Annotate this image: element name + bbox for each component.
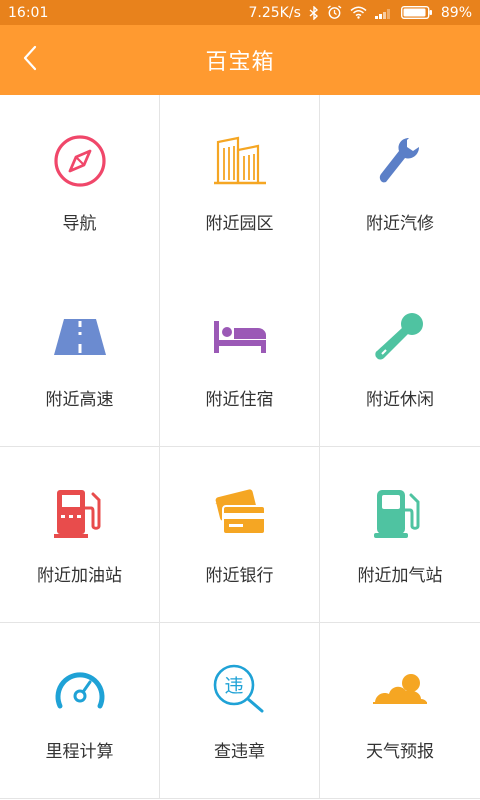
status-bar: 16:01 7.25K/s 89% [0,0,480,25]
battery-percent: 89% [440,4,472,21]
grid-item-label: 附近加气站 [357,566,443,586]
svg-text:违: 违 [224,675,243,697]
toolbox-grid: 导航 附近园区 附近汽修 附近高速 附近住宿 附近休闲 附近加油站 附近银行 附… [0,95,480,799]
grid-item-label: 附近银行 [205,566,274,586]
battery-icon [400,6,433,19]
grid-item-nearby-repair[interactable]: 附近汽修 [320,95,480,271]
status-time: 16:01 [8,4,49,21]
highway-icon [50,309,110,365]
grid-item-nearby-hotel[interactable]: 附近住宿 [160,271,320,447]
bed-icon [210,309,270,365]
status-icons: 7.25K/s 89% [249,5,473,21]
buildings-icon [210,133,270,189]
grid-item-label: 附近汽修 [366,214,434,234]
grid-item-nearby-highway[interactable]: 附近高速 [0,271,160,447]
gas-pump-icon [370,485,430,541]
grid-item-label: 查违章 [214,742,265,762]
grid-item-label: 里程计算 [45,742,114,762]
signal-icon [374,7,393,19]
grid-item-label: 附近休闲 [366,390,434,410]
grid-item-label: 附近园区 [205,214,274,234]
grid-item-check-violation[interactable]: 违 查违章 [160,623,320,799]
grid-item-label: 附近高速 [45,390,114,410]
wifi-icon [350,6,367,19]
bank-cards-icon [210,485,270,541]
grid-item-mileage-calc[interactable]: 里程计算 [0,623,160,799]
weather-cloud-icon [370,661,430,717]
grid-item-navigation[interactable]: 导航 [0,95,160,271]
wrench-icon [370,133,430,189]
grid-item-nearby-bank[interactable]: 附近银行 [160,447,320,623]
grid-item-nearby-leisure[interactable]: 附近休闲 [320,271,480,447]
chevron-left-icon [22,45,38,75]
grid-item-label: 天气预报 [366,742,434,762]
speedometer-icon [50,661,110,717]
app-header: 百宝箱 [0,25,480,95]
grid-item-label: 附近住宿 [205,390,274,410]
grid-item-weather[interactable]: 天气预报 [320,623,480,799]
grid-item-nearby-gas-filling[interactable]: 附近加气站 [320,447,480,623]
grid-item-nearby-park[interactable]: 附近园区 [160,95,320,271]
compass-icon [50,133,110,189]
microphone-icon [370,309,430,365]
page-title: 百宝箱 [205,50,275,75]
alarm-icon [327,5,342,20]
grid-item-label: 附近加油站 [37,566,122,586]
bluetooth-icon [309,5,319,20]
grid-item-label: 导航 [62,214,97,234]
network-speed: 7.25K/s [248,4,301,21]
gas-station-icon [50,485,110,541]
violation-search-icon: 违 [210,661,270,717]
back-button[interactable] [0,25,60,95]
grid-item-nearby-gas-station[interactable]: 附近加油站 [0,447,160,623]
